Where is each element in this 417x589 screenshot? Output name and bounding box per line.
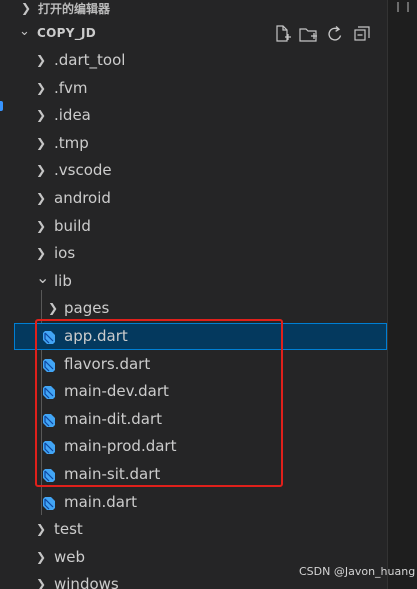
tree-item-folder[interactable]: ⌄ lib	[14, 268, 387, 295]
open-editors-section[interactable]: ❯ 打开的编辑器	[14, 0, 387, 17]
tree-item-label: main-prod.dart	[64, 437, 177, 456]
chevron-down-icon: ⌄	[36, 267, 50, 287]
tree-item-file[interactable]: app.dart	[14, 323, 387, 350]
tree-item-label: .dart_tool	[54, 51, 126, 69]
tree-item-folder[interactable]: ❯ .fvm	[14, 75, 387, 102]
tree-item-label: .idea	[54, 106, 91, 125]
project-folder-header[interactable]: ⌄ COPY_JD	[14, 23, 387, 45]
tree-item-file[interactable]: main-dit.dart	[14, 406, 387, 433]
editor-area	[387, 0, 417, 589]
new-file-icon[interactable]	[271, 23, 293, 45]
tree-item-label: build	[54, 216, 91, 235]
tree-item-folder[interactable]: ❯ .dart_tool	[14, 47, 387, 74]
refresh-icon[interactable]	[324, 23, 346, 45]
chevron-right-icon: ❯	[48, 301, 59, 316]
explorer-panel: ❯ 打开的编辑器 ⌄ COPY_JD ❯ .dart_tool ❯ .fvm ❯…	[14, 0, 387, 589]
tree-item-label: main-dit.dart	[64, 409, 162, 428]
tree-item-label: ios	[54, 244, 76, 263]
dart-file-icon	[43, 441, 55, 455]
dart-file-icon	[43, 469, 55, 482]
chevron-right-icon: ❯	[36, 163, 47, 178]
new-folder-icon[interactable]	[297, 23, 319, 45]
project-name: COPY_JD	[37, 26, 97, 40]
tree-item-file[interactable]: flavors.dart	[14, 351, 387, 378]
tree-item-label: main-dev.dart	[64, 382, 169, 401]
tree-item-label: .fvm	[54, 78, 88, 97]
dart-file-icon	[43, 358, 55, 372]
tree-item-folder[interactable]: ❯ android	[14, 185, 387, 212]
chevron-right-icon: ❯	[36, 246, 47, 261]
tree-item-file[interactable]: main.dart	[14, 489, 387, 516]
chevron-right-icon: ❯	[36, 577, 47, 589]
tree-item-label: lib	[54, 271, 72, 290]
dart-file-icon	[43, 386, 55, 400]
tree-item-label: test	[54, 520, 83, 539]
tree-item-folder[interactable]: ❯ .idea	[14, 102, 387, 129]
tree-item-folder[interactable]: ❯ pages	[14, 295, 387, 322]
tree-item-file[interactable]: main-prod.dart	[14, 433, 387, 460]
tree-item-label: web	[54, 547, 86, 566]
tree-item-folder[interactable]: ❯ test	[14, 516, 387, 543]
chevron-right-icon: ❯	[36, 549, 47, 564]
chevron-right-icon: ❯	[36, 191, 47, 205]
dart-file-icon	[43, 496, 55, 510]
chevron-right-icon: ❯	[36, 80, 47, 95]
tree-item-label: .tmp	[54, 133, 89, 152]
tree-item-label: windows	[54, 575, 119, 589]
tree-item-file[interactable]: main-dev.dart	[14, 378, 387, 405]
tree-item-file[interactable]: main-sit.dart	[14, 461, 387, 488]
tree-item-label: main-sit.dart	[64, 465, 161, 483]
chevron-right-icon: ❯	[36, 53, 47, 67]
chevron-right-icon: ❯	[36, 522, 47, 537]
tree-item-label: app.dart	[64, 327, 128, 345]
open-editors-label: 打开的编辑器	[38, 2, 111, 16]
tree-item-folder[interactable]: ❯ ios	[14, 240, 387, 267]
editor-tab-edge	[397, 2, 409, 12]
dart-file-icon	[43, 331, 55, 344]
collapse-all-icon[interactable]	[351, 23, 373, 45]
chevron-right-icon: ❯	[36, 108, 47, 123]
chevron-right-icon: ❯	[36, 135, 47, 150]
tree-item-folder[interactable]: ❯ .vscode	[14, 157, 387, 184]
watermark: CSDN @Javon_huang	[299, 565, 416, 578]
tree-item-label: .vscode	[54, 161, 112, 180]
tree-item-label: pages	[64, 299, 110, 318]
tree-item-folder[interactable]: ❯ .tmp	[14, 130, 387, 157]
activity-indicator	[0, 101, 3, 111]
tree-item-label: android	[54, 189, 111, 207]
activity-bar	[0, 0, 14, 589]
chevron-right-icon: ❯	[36, 218, 47, 233]
chevron-down-icon: ⌄	[19, 24, 30, 39]
dart-file-icon	[43, 413, 55, 427]
tree-item-label: main.dart	[64, 492, 138, 511]
chevron-right-icon: ❯	[21, 1, 32, 15]
tree-item-folder[interactable]: ❯ build	[14, 213, 387, 240]
tree-item-label: flavors.dart	[64, 354, 151, 373]
